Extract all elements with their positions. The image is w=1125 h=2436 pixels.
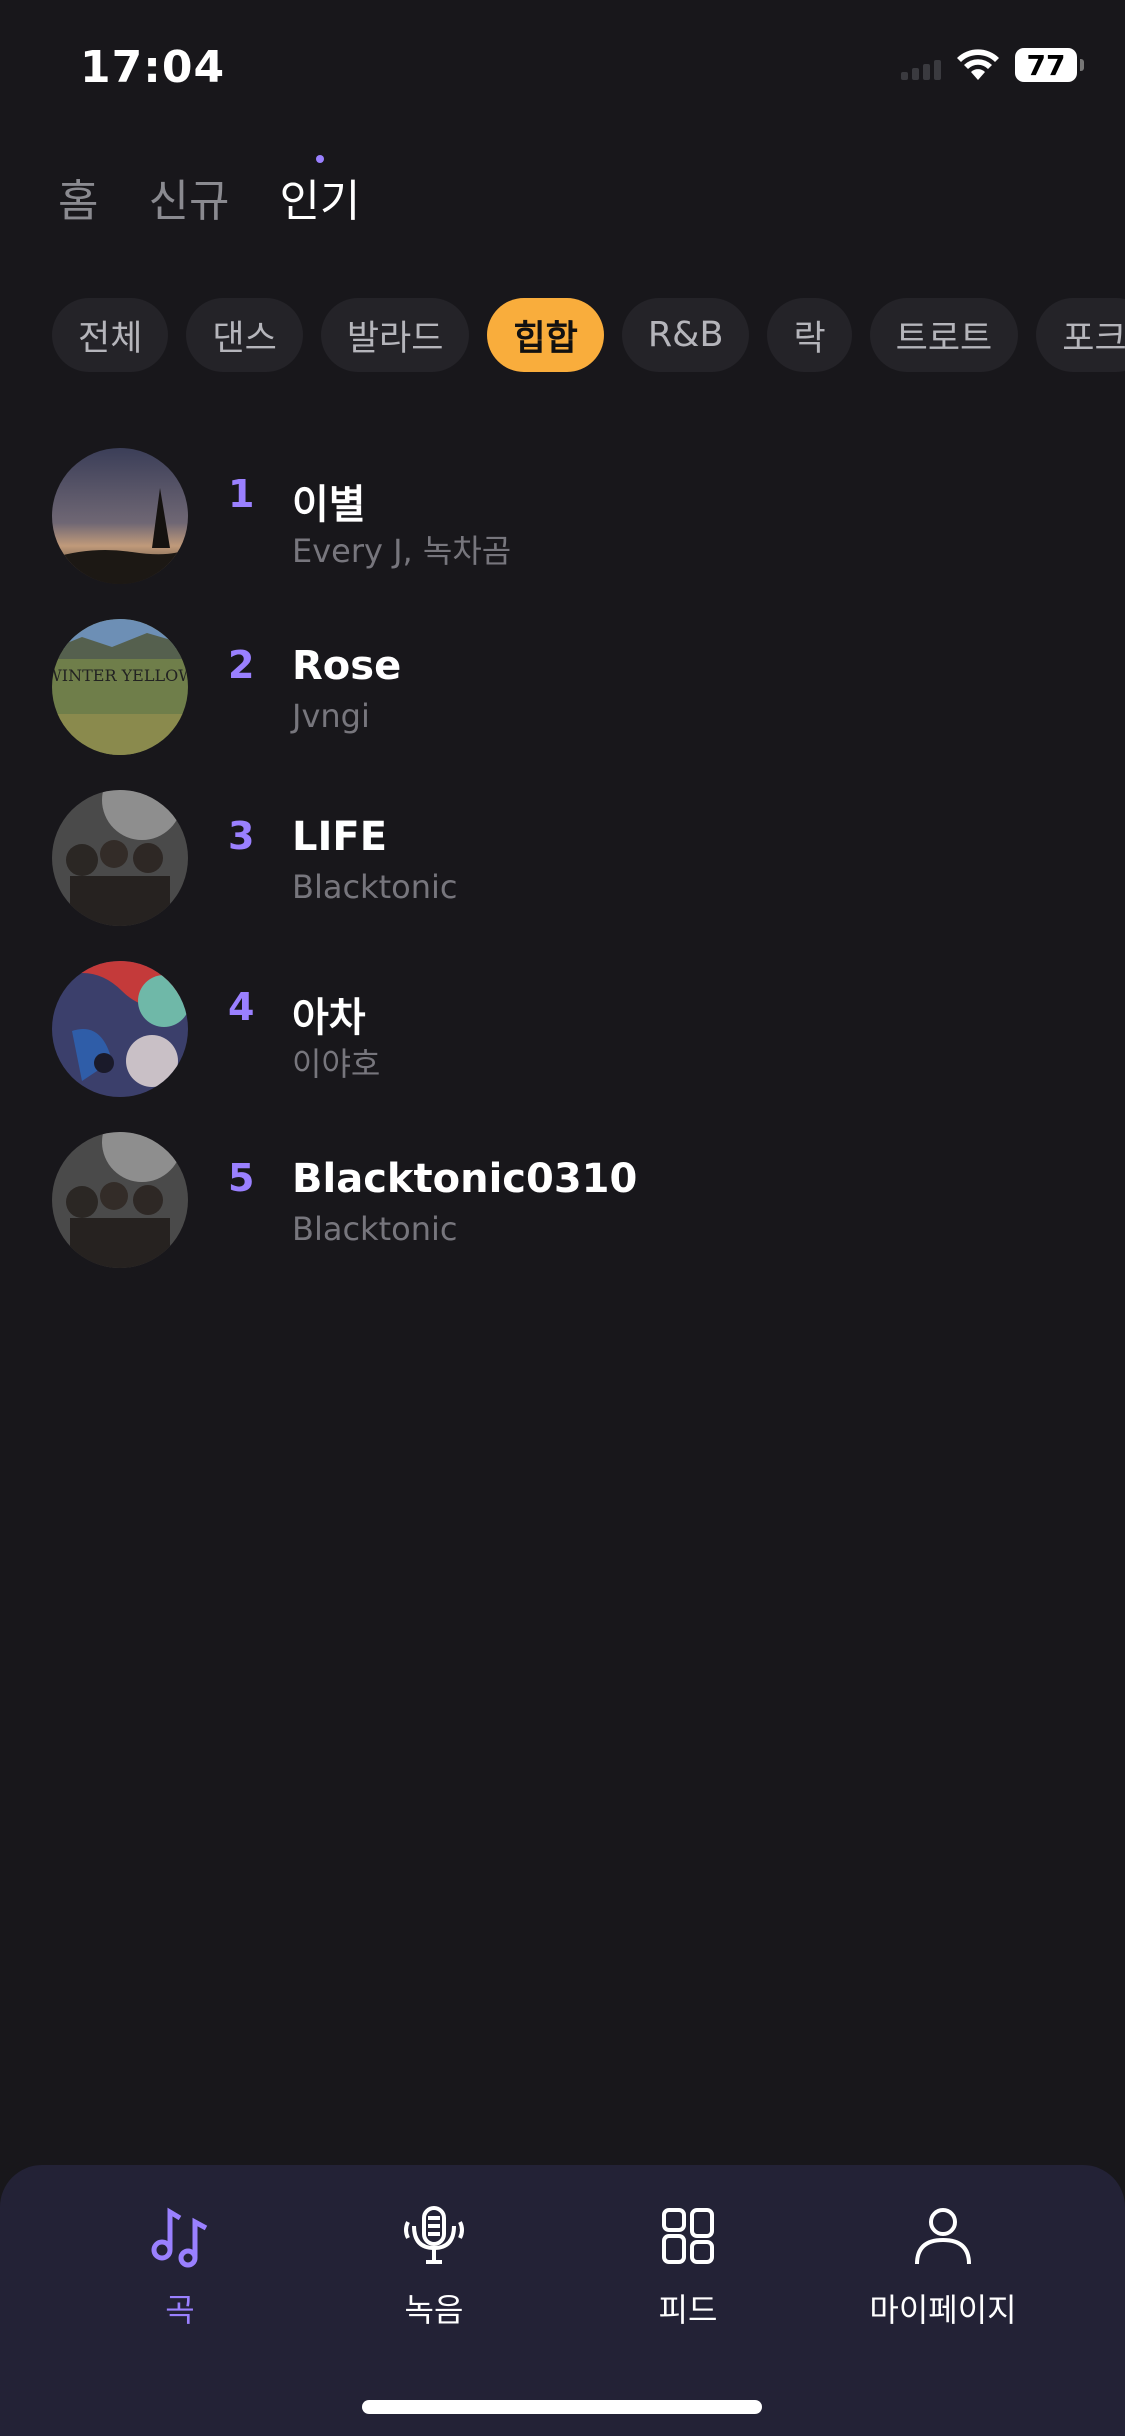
song-artist: Jvngi (292, 697, 370, 735)
status-bar: 17:04 77 (0, 0, 1125, 140)
nav-record[interactable]: 녹음 (324, 2199, 544, 2331)
tab-popular[interactable]: 인기 (279, 155, 361, 229)
album-cover-text: WINTER YELLOW (52, 666, 188, 685)
nav-mypage[interactable]: 마이페이지 (833, 2199, 1053, 2331)
grid-icon (662, 2208, 714, 2264)
song-row[interactable]: 5 Blacktonic0310 Blacktonic (52, 1132, 1072, 1303)
song-title: 아차 (292, 995, 366, 1041)
genre-chips: 전체 댄스 발라드 힙합 R&B 락 트로트 포크 (52, 298, 1125, 372)
song-artist: Blacktonic (292, 1210, 458, 1248)
genre-chip-trot[interactable]: 트로트 (869, 298, 1019, 372)
nav-feed-label: 피드 (658, 2291, 718, 2329)
song-row[interactable]: 3 LIFE Blacktonic (52, 790, 1072, 961)
song-list: 1 이별 Every J, 녹차곰 WINTER YELLOW 2 Rose J… (52, 448, 1072, 1303)
battery-icon: 77 (1015, 48, 1084, 82)
bottom-tab-bar: 곡 녹음 피드 마이페이지 (0, 2165, 1125, 2436)
album-cover (52, 1132, 188, 1268)
status-icons: 77 (901, 48, 1084, 82)
song-title: LIFE (292, 814, 388, 860)
nav-feed[interactable]: 피드 (578, 2199, 798, 2331)
tab-home[interactable]: 홈 (58, 165, 98, 229)
nav-songs[interactable]: 곡 (70, 2199, 290, 2331)
home-indicator (362, 2400, 762, 2414)
genre-chip-hiphop[interactable]: 힙합 (487, 298, 604, 372)
album-cover: WINTER YELLOW (52, 619, 188, 755)
album-cover (52, 448, 188, 584)
person-icon (915, 2208, 971, 2265)
genre-chip-dance[interactable]: 댄스 (186, 298, 303, 372)
wifi-icon (957, 49, 999, 80)
song-title: Rose (292, 643, 402, 689)
genre-chip-ballad[interactable]: 발라드 (320, 298, 470, 372)
tab-new[interactable]: 신규 (148, 165, 229, 229)
song-artist: 이야호 (292, 1045, 381, 1083)
music-note-icon (151, 2207, 208, 2268)
tab-popular-label: 인기 (279, 176, 361, 227)
song-rank: 2 (228, 643, 255, 687)
microphone-icon (404, 2206, 464, 2264)
song-row[interactable]: 4 아차 이야호 (52, 961, 1072, 1132)
song-artist: Blacktonic (292, 868, 458, 906)
nav-songs-label: 곡 (165, 2291, 195, 2329)
nav-mypage-label: 마이페이지 (869, 2291, 1017, 2329)
album-cover (52, 961, 188, 1097)
cellular-signal-icon (901, 50, 941, 80)
genre-chip-all[interactable]: 전체 (52, 298, 169, 372)
song-title: Blacktonic0310 (292, 1156, 638, 1202)
active-tab-dot (315, 155, 324, 163)
genre-chip-rnb[interactable]: R&B (621, 298, 750, 372)
genre-chip-folk[interactable]: 포크 (1036, 298, 1125, 372)
song-rank: 5 (228, 1156, 255, 1200)
nav-record-label: 녹음 (404, 2291, 464, 2329)
status-time: 17:04 (80, 42, 226, 93)
song-artist: Every J, 녹차곰 (292, 532, 512, 570)
song-rank: 1 (228, 472, 255, 516)
song-row[interactable]: 1 이별 Every J, 녹차곰 (52, 448, 1072, 619)
top-tabs: 홈 신규 인기 (58, 155, 361, 229)
song-row[interactable]: WINTER YELLOW 2 Rose Jvngi (52, 619, 1072, 790)
song-rank: 3 (228, 814, 255, 858)
genre-chip-rock[interactable]: 락 (767, 298, 852, 372)
album-cover (52, 790, 188, 926)
song-title: 이별 (292, 482, 366, 528)
song-rank: 4 (228, 985, 255, 1029)
